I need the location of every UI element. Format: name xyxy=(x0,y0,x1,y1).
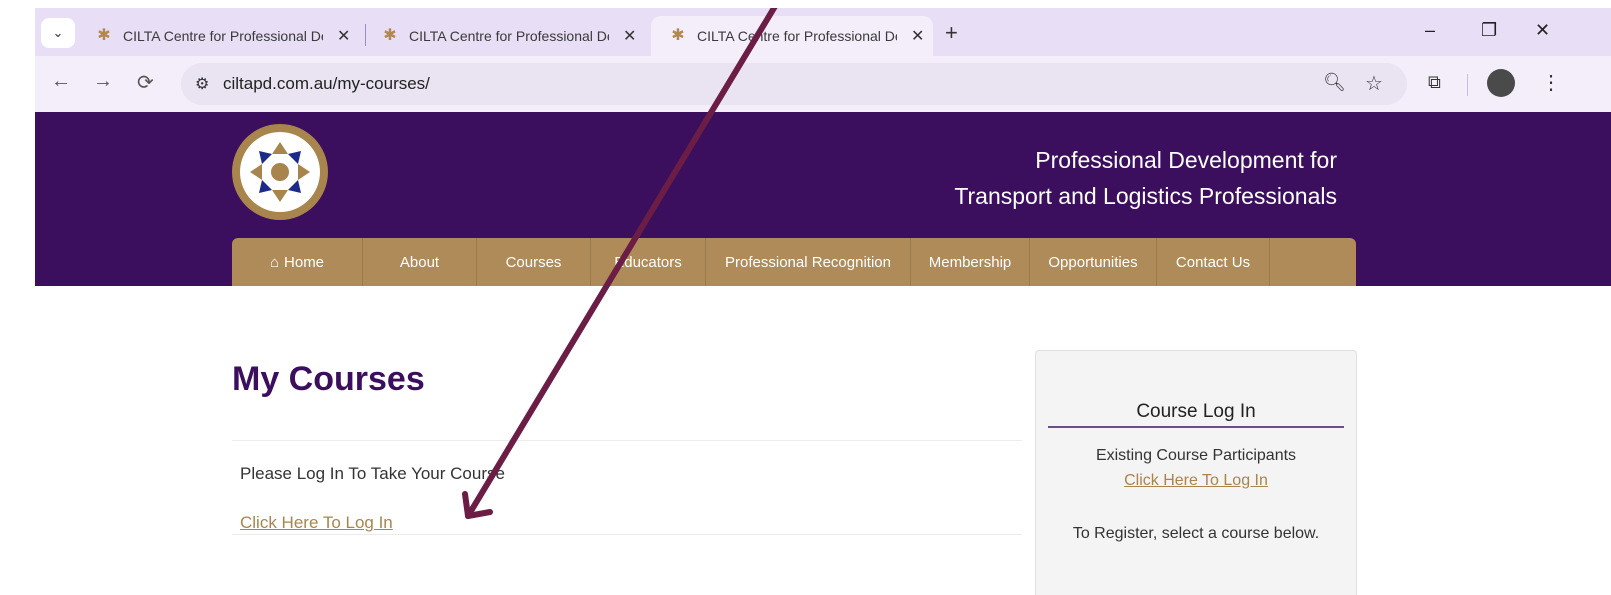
more-menu-icon[interactable]: ⋮ xyxy=(1541,70,1561,95)
tab-title: CILTA Centre for Professional De xyxy=(123,28,323,44)
address-bar[interactable]: ⚙ ciltapd.com.au/my-courses/ 🔍︎ ☆ xyxy=(181,63,1407,105)
tab-1[interactable]: ✱ CILTA Centre for Professional De ✕ xyxy=(77,16,363,56)
forward-arrow-icon[interactable]: → xyxy=(93,70,113,93)
tagline-line-2: Transport and Logistics Professionals xyxy=(954,183,1337,209)
divider xyxy=(232,534,1022,535)
close-window-icon[interactable]: ✕ xyxy=(1535,20,1550,41)
widget-login-link[interactable]: Click Here To Log In xyxy=(1036,472,1356,490)
logo-emblem xyxy=(240,132,320,212)
nav-label: Home xyxy=(284,253,325,271)
back-arrow-icon[interactable]: ← xyxy=(51,70,71,93)
chevron-down-icon: ⌄ xyxy=(52,25,64,40)
tab-2[interactable]: ✱ CILTA Centre for Professional De ✕ xyxy=(363,16,649,56)
browser-toolbar: ← → ⟳ ⚙ ciltapd.com.au/my-courses/ 🔍︎ ☆ … xyxy=(35,56,1611,112)
tab-3-active[interactable]: ✱ CILTA Centre for Professional De ✕ xyxy=(651,16,933,56)
profile-avatar[interactable] xyxy=(1487,69,1515,97)
nav-about[interactable]: About xyxy=(363,238,477,286)
register-instructions: To Register, select a course below. xyxy=(1072,525,1320,542)
nav-professional-recognition[interactable]: Professional Recognition xyxy=(706,238,911,286)
close-tab-icon[interactable]: ✕ xyxy=(623,26,636,46)
page-title: My Courses xyxy=(232,360,425,398)
tab-title: CILTA Centre for Professional De xyxy=(697,28,897,44)
toolbar-divider xyxy=(1467,74,1468,96)
login-link[interactable]: Click Here To Log In xyxy=(240,513,393,533)
nav-contact-us[interactable]: Contact Us xyxy=(1157,238,1270,286)
extensions-puzzle-icon[interactable]: ⧉ xyxy=(1428,72,1441,93)
nav-membership[interactable]: Membership xyxy=(911,238,1030,286)
divider xyxy=(232,440,1022,441)
site-header: Professional Development for Transport a… xyxy=(35,112,1611,286)
site-settings-icon[interactable]: ⚙ xyxy=(195,74,209,94)
course-login-widget: Course Log In Existing Course Participan… xyxy=(1035,350,1357,595)
cilta-favicon-icon: ✱ xyxy=(671,27,685,44)
tagline-line-1: Professional Development for xyxy=(1035,147,1337,173)
url-text[interactable]: ciltapd.com.au/my-courses/ xyxy=(223,74,430,94)
new-tab-button[interactable]: + xyxy=(945,20,958,46)
main-navigation: ⌂ Home About Courses Educators Professio… xyxy=(232,238,1356,286)
browser-window: ⌄ ✱ CILTA Centre for Professional De ✕ ✱… xyxy=(35,8,1611,595)
login-message: Please Log In To Take Your Course xyxy=(240,464,505,483)
cilta-favicon-icon: ✱ xyxy=(97,27,111,44)
tab-bar: ⌄ ✱ CILTA Centre for Professional De ✕ ✱… xyxy=(35,8,1611,56)
close-tab-icon[interactable]: ✕ xyxy=(911,26,924,46)
compass-arrows-icon xyxy=(250,142,310,202)
close-tab-icon[interactable]: ✕ xyxy=(337,26,350,46)
site-tagline: Professional Development for Transport a… xyxy=(954,142,1337,214)
tab-title: CILTA Centre for Professional De xyxy=(409,28,609,44)
restore-icon[interactable]: ❐ xyxy=(1481,20,1497,41)
nav-opportunities[interactable]: Opportunities xyxy=(1030,238,1157,286)
minimize-icon[interactable]: – xyxy=(1425,20,1435,41)
tab-search-button[interactable]: ⌄ xyxy=(41,18,75,48)
bookmark-star-icon[interactable]: ☆ xyxy=(1365,71,1383,96)
widget-subtitle: Existing Course Participants xyxy=(1095,447,1297,464)
cilta-favicon-icon: ✱ xyxy=(383,27,397,44)
reload-icon[interactable]: ⟳ xyxy=(137,70,154,95)
widget-title: Course Log In xyxy=(1048,401,1344,428)
cilta-logo[interactable] xyxy=(232,124,328,220)
home-icon: ⌂ xyxy=(269,253,280,271)
nav-courses[interactable]: Courses xyxy=(477,238,591,286)
nav-educators[interactable]: Educators xyxy=(591,238,706,286)
zoom-icon[interactable]: 🔍︎ xyxy=(1323,72,1346,93)
nav-home[interactable]: ⌂ Home xyxy=(232,238,363,286)
